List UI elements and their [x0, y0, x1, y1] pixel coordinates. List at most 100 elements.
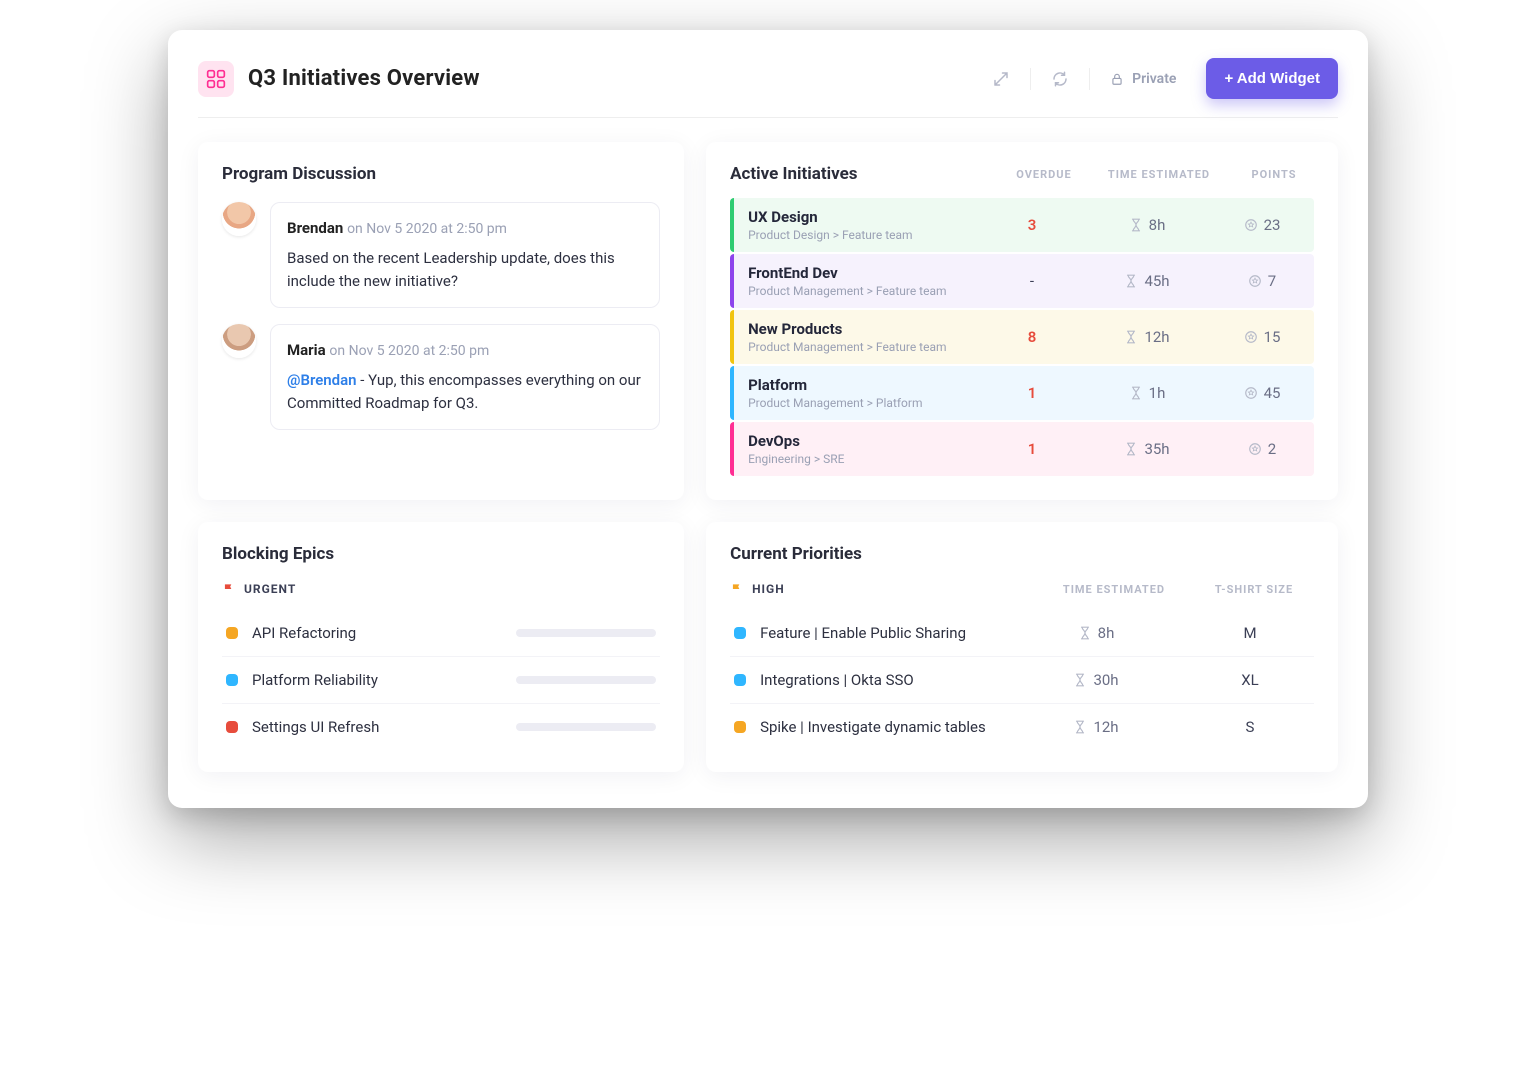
privacy-label: Private [1132, 71, 1176, 87]
initiative-overdue: 1 [992, 384, 1072, 402]
epic-row[interactable]: Platform Reliability [222, 657, 660, 704]
priority-label: Integrations | Okta SSO [760, 671, 1002, 689]
header-bar: Q3 Initiatives Overview Private + Add Wi… [198, 58, 1338, 118]
refresh-button[interactable] [1045, 64, 1075, 94]
initiative-title: UX Design [748, 208, 992, 226]
message-bubble[interactable]: Brendan on Nov 5 2020 at 2:50 pm Based o… [270, 202, 660, 308]
privacy-toggle[interactable]: Private [1104, 71, 1182, 87]
flag-label: HIGH [752, 582, 785, 596]
initiative-time: 45h [1072, 272, 1222, 290]
initiative-title: Platform [748, 376, 992, 394]
priority-time: 12h [1016, 718, 1176, 736]
initiative-points: 15 [1222, 328, 1302, 346]
flag-icon [222, 582, 236, 596]
initiative-title: DevOps [748, 432, 992, 450]
message-timestamp: on Nov 5 2020 at 2:50 pm [329, 343, 489, 359]
initiative-overdue: 3 [992, 216, 1072, 234]
hourglass-icon [1073, 720, 1087, 734]
message-timestamp: on Nov 5 2020 at 2:50 pm [347, 221, 507, 237]
message-bubble[interactable]: Maria on Nov 5 2020 at 2:50 pm @Brendan … [270, 324, 660, 430]
progress-bar [516, 676, 656, 684]
expand-icon [992, 70, 1010, 88]
star-icon [1244, 386, 1258, 400]
message-mention[interactable]: @Brendan [287, 371, 357, 389]
initiative-row[interactable]: New ProductsProduct Management > Feature… [730, 310, 1314, 364]
add-widget-button[interactable]: + Add Widget [1206, 58, 1338, 99]
active-initiatives-card: Active Initiatives OVERDUE TIME ESTIMATE… [706, 142, 1338, 500]
lock-icon [1110, 72, 1124, 86]
priority-flag: HIGH [730, 582, 1034, 596]
card-title: Program Discussion [222, 164, 660, 184]
initiative-title: FrontEnd Dev [748, 264, 992, 282]
priority-time: 8h [1016, 624, 1176, 642]
priority-flag: URGENT [222, 582, 660, 596]
card-title: Current Priorities [730, 544, 1314, 564]
discussion-message: Maria on Nov 5 2020 at 2:50 pm @Brendan … [222, 324, 660, 430]
initiative-path: Product Management > Feature team [748, 340, 992, 354]
priority-time: 30h [1016, 671, 1176, 689]
initiative-overdue: - [992, 272, 1072, 290]
priorities-list: Feature | Enable Public Sharing8hMIntegr… [730, 610, 1314, 750]
initiative-points: 45 [1222, 384, 1302, 402]
card-title: Blocking Epics [222, 544, 660, 564]
color-dot [226, 627, 238, 639]
priority-row[interactable]: Spike | Investigate dynamic tables 12h S [730, 704, 1314, 750]
epic-label: Settings UI Refresh [252, 718, 502, 736]
star-icon [1248, 274, 1262, 288]
priority-label: Spike | Investigate dynamic tables [760, 718, 1002, 736]
column-header-size: T-SHIRT SIZE [1194, 583, 1314, 596]
initiative-time: 12h [1072, 328, 1222, 346]
column-header-time: TIME ESTIMATED [1084, 168, 1234, 181]
column-header-time: TIME ESTIMATED [1034, 583, 1194, 596]
initiative-path: Product Management > Platform [748, 396, 992, 410]
initiative-row[interactable]: DevOpsEngineering > SRE135h2 [730, 422, 1314, 476]
priority-row[interactable]: Feature | Enable Public Sharing8hM [730, 610, 1314, 657]
initiative-path: Product Design > Feature team [748, 228, 992, 242]
initiative-path: Product Management > Feature team [748, 284, 992, 298]
hourglass-icon [1129, 386, 1143, 400]
priority-row[interactable]: Integrations | Okta SSO 30h XL [730, 657, 1314, 704]
initiative-time: 1h [1072, 384, 1222, 402]
flag-icon [730, 582, 744, 596]
color-dot [734, 674, 746, 686]
priority-size: XL [1190, 671, 1310, 689]
message-author: Brendan [287, 219, 343, 237]
current-priorities-card: Current Priorities HIGH TIME ESTIMATED T… [706, 522, 1338, 772]
message-author: Maria [287, 341, 326, 359]
progress-bar [516, 629, 656, 637]
hourglass-icon [1078, 626, 1092, 640]
color-dot [734, 721, 746, 733]
card-title: Active Initiatives [730, 164, 1004, 184]
epic-row[interactable]: Settings UI Refresh [222, 704, 660, 750]
dashboard-window: Q3 Initiatives Overview Private + Add Wi… [168, 30, 1368, 808]
flag-label: URGENT [244, 582, 296, 596]
grid-icon [206, 69, 226, 89]
page-title: Q3 Initiatives Overview [248, 66, 480, 91]
divider [1030, 68, 1031, 90]
hourglass-icon [1124, 274, 1138, 288]
program-discussion-card: Program Discussion Brendan on Nov 5 2020… [198, 142, 684, 500]
refresh-icon [1051, 70, 1069, 88]
initiative-points: 2 [1222, 440, 1302, 458]
avatar [222, 324, 256, 358]
hourglass-icon [1124, 330, 1138, 344]
color-dot [734, 627, 746, 639]
priority-size: S [1190, 718, 1310, 736]
priority-size: M [1190, 624, 1310, 642]
hourglass-icon [1124, 442, 1138, 456]
initiative-row[interactable]: Platform Product Management > Platform11h… [730, 366, 1314, 420]
epic-label: Platform Reliability [252, 671, 502, 689]
epic-label: API Refactoring [252, 624, 502, 642]
epics-list: API Refactoring Platform Reliability Setti… [222, 610, 660, 750]
epic-row[interactable]: API Refactoring [222, 610, 660, 657]
initiative-overdue: 8 [992, 328, 1072, 346]
initiative-row[interactable]: FrontEnd Dev Product Management > Feature… [730, 254, 1314, 308]
hourglass-icon [1073, 673, 1087, 687]
initiative-points: 23 [1222, 216, 1302, 234]
expand-button[interactable] [986, 64, 1016, 94]
color-dot [226, 721, 238, 733]
initiative-row[interactable]: UX Design Product Design > Feature team38… [730, 198, 1314, 252]
star-icon [1244, 330, 1258, 344]
initiative-time: 8h [1072, 216, 1222, 234]
progress-bar [516, 723, 656, 731]
